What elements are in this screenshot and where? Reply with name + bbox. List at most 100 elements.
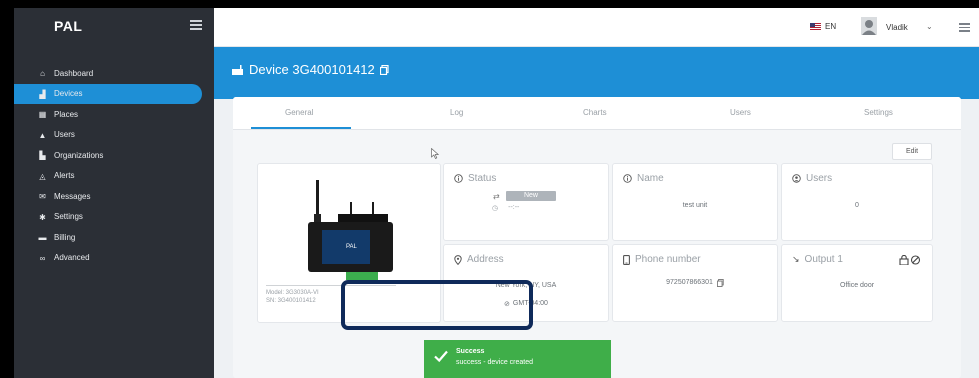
success-toast[interactable]: Success success - device created bbox=[424, 340, 611, 378]
copy-icon[interactable] bbox=[379, 64, 389, 75]
list-menu-icon[interactable] bbox=[959, 23, 970, 34]
sidebar-item-label: Advanced bbox=[54, 253, 90, 263]
lock-block-icons bbox=[899, 255, 921, 265]
swap-icon: ⇄ bbox=[493, 192, 500, 201]
address-card-title: Address bbox=[454, 254, 504, 265]
status-title: Status bbox=[468, 173, 497, 184]
device-model: Model: 3G3030A-VI bbox=[266, 290, 319, 296]
status-card-title: Status bbox=[454, 173, 496, 184]
status-time: --:-- bbox=[508, 204, 520, 211]
phone-title: Phone number bbox=[635, 254, 701, 265]
toast-message: success - device created bbox=[456, 359, 534, 366]
sidebar-item-label: Devices bbox=[54, 89, 83, 99]
sidebar-item-label: Users bbox=[54, 130, 75, 140]
dashboard-icon: ⌂ bbox=[40, 69, 45, 78]
sidebar-item-dashboard[interactable]: ⌂ Dashboard bbox=[14, 63, 214, 84]
hamburger-menu-icon[interactable] bbox=[190, 20, 202, 30]
output-card-title: ↘ Output 1 bbox=[792, 254, 843, 265]
us-flag-icon bbox=[810, 23, 821, 30]
phone-card-title: Phone number bbox=[623, 254, 701, 265]
name-card-title: Name bbox=[623, 173, 664, 184]
toast-title: Success bbox=[456, 348, 485, 355]
users-card: Users 0 bbox=[781, 163, 933, 241]
top-bar: EN Vladik ⌄ bbox=[214, 8, 979, 47]
sidebar-item-messages[interactable]: ✉ Messages bbox=[14, 186, 214, 207]
advanced-icon: ∞ bbox=[39, 253, 46, 263]
messages-icon: ✉ bbox=[39, 192, 46, 201]
user-name[interactable]: Vladik bbox=[886, 23, 908, 32]
sidebar-nav: ⌂ Dashboard ▟ Devices ▦ Places ▲ Users ▙… bbox=[14, 63, 214, 268]
users-card-title: Users bbox=[792, 173, 832, 184]
organizations-icon: ▙ bbox=[39, 151, 46, 160]
device-icon bbox=[232, 64, 243, 75]
info-icon bbox=[454, 174, 463, 183]
output-arrow-icon: ↘ bbox=[792, 254, 800, 264]
status-card: Status New ⇄ ◷ --:-- bbox=[443, 163, 609, 241]
output-value: Office door bbox=[839, 282, 875, 289]
device-photo: PAL bbox=[308, 180, 393, 280]
main-content: Device 3G400101412 General Log Charts Us… bbox=[214, 47, 979, 378]
tab-bar: General Log Charts Users Settings bbox=[233, 97, 961, 130]
device-name-value: test unit bbox=[682, 202, 708, 209]
phone-card: Phone number 972507866301 bbox=[612, 244, 778, 322]
sidebar-item-label: Settings bbox=[54, 212, 83, 222]
sidebar-item-devices[interactable]: ▟ Devices bbox=[14, 83, 202, 104]
output-card: ↘ Output 1 Office door bbox=[781, 244, 933, 322]
device-title-text: Device 3G400101412 bbox=[249, 62, 375, 77]
address-title: Address bbox=[467, 254, 504, 265]
sidebar-item-label: Alerts bbox=[54, 171, 75, 181]
sidebar-item-label: Dashboard bbox=[54, 68, 94, 78]
tab-charts[interactable]: Charts bbox=[583, 108, 607, 117]
users-count: 0 bbox=[855, 202, 859, 209]
sidebar-item-organizations[interactable]: ▙ Organizations bbox=[14, 145, 214, 166]
sidebar-item-users[interactable]: ▲ Users bbox=[14, 125, 214, 146]
sidebar-item-label: Messages bbox=[54, 191, 91, 201]
alerts-icon: ◬ bbox=[39, 171, 46, 181]
chevron-down-icon[interactable]: ⌄ bbox=[926, 22, 933, 31]
copy-icon[interactable] bbox=[716, 279, 724, 287]
sidebar-item-label: Billing bbox=[54, 232, 76, 242]
lock-icon[interactable] bbox=[899, 258, 909, 265]
sidebar-item-places[interactable]: ▦ Places bbox=[14, 104, 214, 125]
user-circle-icon bbox=[792, 174, 801, 183]
tab-users[interactable]: Users bbox=[730, 108, 751, 117]
status-time-row: ◷ --:-- bbox=[492, 204, 519, 212]
mouse-cursor-icon bbox=[431, 148, 439, 159]
name-title: Name bbox=[637, 173, 664, 184]
status-badge: New bbox=[506, 191, 556, 201]
sidebar: PAL ⌂ Dashboard ▟ Devices ▦ Places ▲ Use… bbox=[14, 8, 214, 378]
users-icon: ▲ bbox=[38, 130, 47, 140]
location-pin-icon bbox=[454, 254, 462, 265]
sidebar-item-settings[interactable]: ✱ Settings bbox=[14, 207, 214, 228]
sidebar-item-billing[interactable]: ▬ Billing bbox=[14, 227, 214, 248]
annotation-highlight-box bbox=[341, 280, 533, 330]
active-tab-indicator bbox=[251, 127, 351, 129]
output-title: Output 1 bbox=[804, 254, 843, 265]
page-title: Device 3G400101412 bbox=[231, 62, 389, 77]
device-photo-label: PAL bbox=[346, 244, 358, 250]
device-serial: SN: 3G400101412 bbox=[266, 298, 316, 304]
places-icon: ▦ bbox=[38, 110, 47, 119]
tab-settings[interactable]: Settings bbox=[864, 108, 893, 117]
edit-button[interactable]: Edit bbox=[892, 143, 932, 160]
clock-icon: ◷ bbox=[492, 205, 499, 212]
sidebar-item-alerts[interactable]: ◬ Alerts bbox=[14, 166, 214, 187]
info-icon bbox=[623, 174, 632, 183]
sidebar-item-label: Places bbox=[54, 109, 79, 119]
app-logo[interactable]: PAL bbox=[54, 18, 82, 34]
sidebar-item-advanced[interactable]: ∞ Advanced bbox=[14, 248, 214, 269]
tab-general[interactable]: General bbox=[285, 108, 313, 117]
phone-row: 972507866301 bbox=[613, 279, 777, 287]
billing-icon: ▬ bbox=[38, 233, 47, 242]
settings-icon: ✱ bbox=[39, 212, 46, 222]
user-avatar-icon[interactable] bbox=[861, 17, 877, 35]
device-panel: General Log Charts Users Settings Edit P… bbox=[233, 97, 961, 378]
phone-icon bbox=[623, 254, 630, 265]
screen-frame: PAL ⌂ Dashboard ▟ Devices ▦ Places ▲ Use… bbox=[0, 0, 979, 378]
check-icon bbox=[434, 350, 448, 363]
language-selector[interactable]: EN bbox=[810, 22, 836, 31]
phone-value: 972507866301 bbox=[666, 279, 713, 286]
tab-log[interactable]: Log bbox=[450, 108, 463, 117]
language-label: EN bbox=[825, 22, 837, 31]
page-header: Device 3G400101412 bbox=[214, 47, 979, 99]
